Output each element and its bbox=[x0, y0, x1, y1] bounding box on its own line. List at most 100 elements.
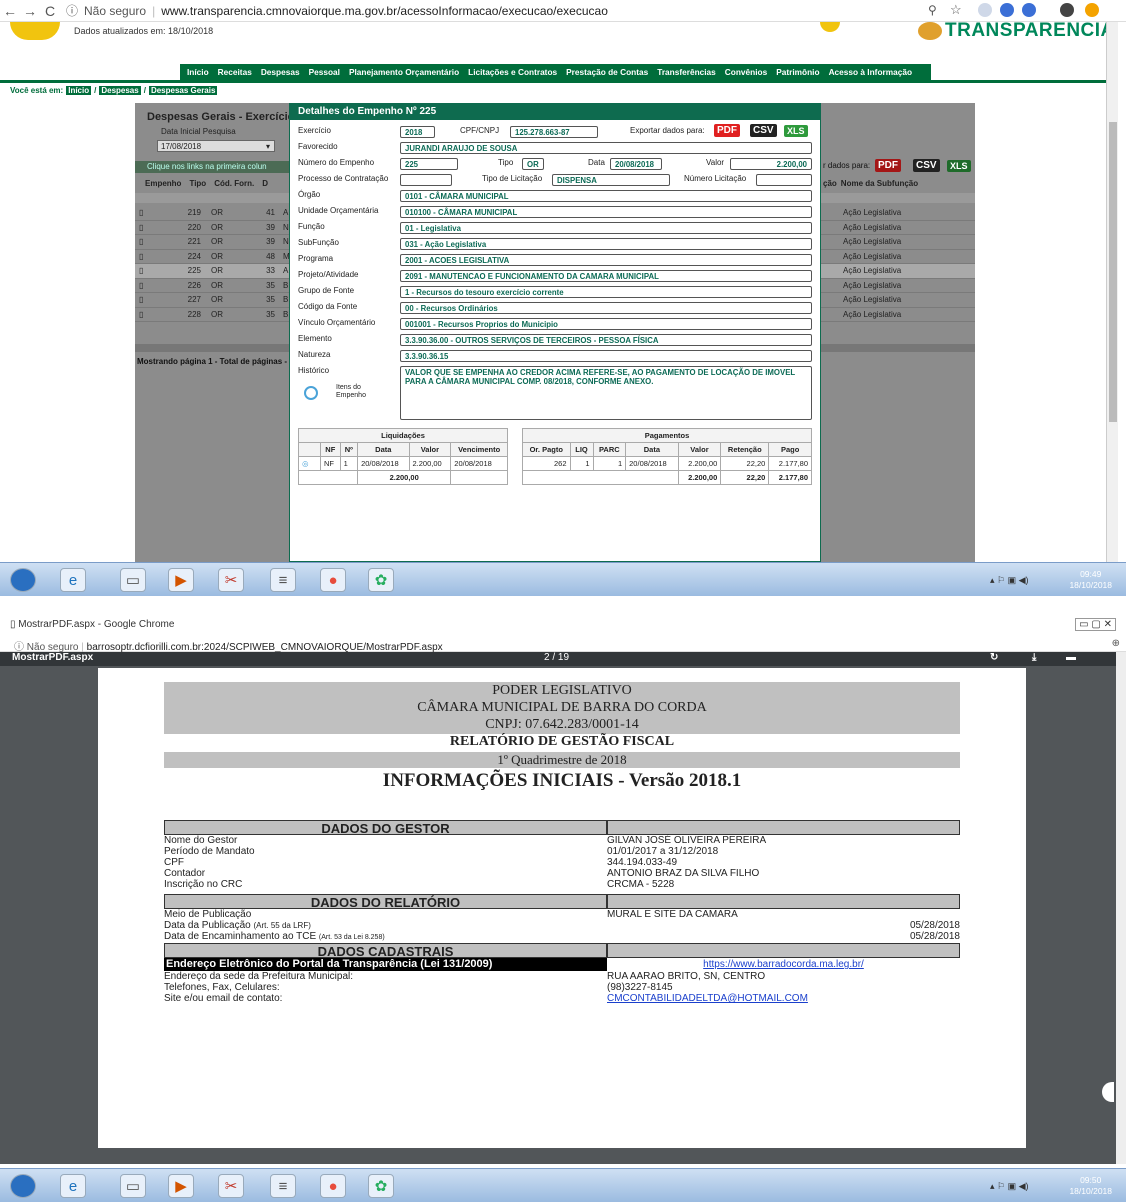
column-header[interactable]: Tipo bbox=[189, 179, 206, 191]
menu-item[interactable]: Receitas bbox=[218, 67, 252, 77]
start-button[interactable] bbox=[10, 1174, 36, 1198]
address-bar[interactable]: ⓘ Não seguro | www.transparencia.cmnovai… bbox=[66, 2, 608, 19]
window-controls[interactable]: ▭ ▢ ✕ bbox=[1075, 618, 1116, 631]
column-header[interactable]: D bbox=[262, 179, 268, 191]
menu-item[interactable]: Prestação de Contas bbox=[566, 67, 648, 77]
orgao-field[interactable]: 0101 - CÂMARA MUNICIPAL bbox=[400, 190, 812, 202]
programa-field[interactable]: 2001 - ACOES LEGISLATIVA bbox=[400, 254, 812, 266]
xls-button[interactable]: XLS bbox=[947, 160, 971, 172]
extension-icon[interactable] bbox=[978, 3, 992, 17]
grupo-field[interactable]: 1 - Recursos do tesouro exercício corren… bbox=[400, 286, 812, 298]
column-header[interactable]: Cód. Forn. bbox=[214, 179, 254, 191]
snipping-tool-icon[interactable]: ✂ bbox=[218, 568, 244, 592]
download-icon[interactable]: ⤓ bbox=[1032, 652, 1036, 663]
breadcrumb-item[interactable]: Início bbox=[66, 86, 92, 95]
column-header[interactable]: Empenho bbox=[145, 179, 181, 191]
tipo-field[interactable]: OR bbox=[522, 158, 544, 170]
ie-icon[interactable]: e bbox=[60, 1174, 86, 1198]
document-icon[interactable]: ≡ bbox=[270, 1174, 296, 1198]
page-scrollbar[interactable] bbox=[1106, 22, 1118, 562]
document-icon[interactable]: ▯ bbox=[139, 223, 143, 232]
csv-button[interactable]: CSV bbox=[750, 124, 777, 137]
menu-item[interactable]: Início bbox=[187, 67, 209, 77]
page-scrollbar[interactable] bbox=[1116, 652, 1126, 1164]
vinculo-field[interactable]: 001001 - Recursos Proprios do Municipio bbox=[400, 318, 812, 330]
clock[interactable]: 09:49 18/10/2018 bbox=[1069, 569, 1112, 591]
document-icon[interactable]: ≡ bbox=[270, 568, 296, 592]
portal-link[interactable]: https://www.barradocorda.ma.leg.br/ bbox=[607, 958, 960, 971]
document-icon[interactable]: ▯ bbox=[139, 310, 143, 319]
rotate-icon[interactable]: ↻ bbox=[990, 652, 998, 663]
pdf-button[interactable]: PDF bbox=[714, 124, 740, 137]
codigo-field[interactable]: 00 - Recursos Ordinários bbox=[400, 302, 812, 314]
clock[interactable]: 09:50 18/10/2018 bbox=[1069, 1175, 1112, 1197]
historico-field[interactable]: VALOR QUE SE EMPENHA AO CREDOR ACIMA REF… bbox=[400, 366, 812, 420]
address-bar[interactable]: ⓘ Não seguro | barrosoptr.dcfiorilli.com… bbox=[0, 636, 1126, 653]
menu-item[interactable]: Patrimônio bbox=[776, 67, 819, 77]
menu-item[interactable]: Convênios bbox=[725, 67, 767, 77]
extension-icon[interactable] bbox=[1000, 3, 1014, 17]
unidade-field[interactable]: 010100 - CÂMARA MUNICIPAL bbox=[400, 206, 812, 218]
chrome-icon[interactable]: ● bbox=[320, 1174, 346, 1198]
items-icon[interactable] bbox=[304, 386, 318, 400]
document-icon[interactable]: ▯ bbox=[139, 295, 143, 304]
document-icon[interactable]: ▯ bbox=[139, 281, 143, 290]
scrollbar-thumb[interactable] bbox=[1109, 122, 1117, 422]
column-header[interactable]: Nome da Subfunção bbox=[841, 179, 918, 188]
document-icon[interactable]: ▯ bbox=[139, 252, 143, 261]
document-icon[interactable]: ▯ bbox=[139, 208, 143, 217]
tray-icons[interactable]: ▴ ⚐ ▣ ◀) bbox=[990, 575, 1029, 586]
numero-field[interactable]: 225 bbox=[400, 158, 458, 170]
menu-item[interactable]: Transferências bbox=[657, 67, 716, 77]
reload-icon[interactable]: C bbox=[40, 3, 60, 19]
start-button[interactable] bbox=[10, 568, 36, 592]
projeto-field[interactable]: 2091 - MANUTENCAO E FUNCIONAMENTO DA CAM… bbox=[400, 270, 812, 282]
csv-button[interactable]: CSV bbox=[913, 159, 940, 172]
exercicio-field[interactable]: 2018 bbox=[400, 126, 435, 138]
cpf-field[interactable]: 125.278.663-87 bbox=[510, 126, 598, 138]
natureza-field[interactable]: 3.3.90.36.15 bbox=[400, 350, 812, 362]
snipping-tool-icon[interactable]: ✂ bbox=[218, 1174, 244, 1198]
folder-icon[interactable]: ▭ bbox=[120, 1174, 146, 1198]
xls-button[interactable]: XLS bbox=[784, 125, 808, 137]
menu-item[interactable]: Planejamento Orçamentário bbox=[349, 67, 459, 77]
breadcrumb-item[interactable]: Despesas Gerais bbox=[148, 86, 218, 95]
breadcrumb-item[interactable]: Despesas bbox=[99, 86, 141, 95]
items-label[interactable]: Itens do Empenho bbox=[336, 384, 376, 400]
num-licitacao-field[interactable] bbox=[756, 174, 812, 186]
table-cell[interactable]: NF bbox=[320, 456, 341, 471]
column-header[interactable]: ção bbox=[823, 179, 837, 188]
valor-field[interactable]: 2.200,00 bbox=[730, 158, 812, 170]
print-icon[interactable]: ▬ bbox=[1066, 652, 1076, 663]
extension-icon[interactable] bbox=[1022, 3, 1036, 17]
app-icon[interactable]: ✿ bbox=[368, 1174, 394, 1198]
media-icon[interactable]: ▶ bbox=[168, 568, 194, 592]
forward-icon[interactable]: → bbox=[20, 3, 40, 19]
email-link[interactable]: CMCONTABILIDADELTDA@HOTMAIL.COM bbox=[607, 993, 960, 1004]
processo-field[interactable] bbox=[400, 174, 452, 186]
media-icon[interactable]: ▶ bbox=[168, 1174, 194, 1198]
document-icon[interactable]: ▯ bbox=[139, 237, 143, 246]
scroll-handle[interactable] bbox=[1102, 1082, 1114, 1102]
bookmark-star-icon[interactable]: ☆ bbox=[950, 2, 962, 18]
zoom-icon[interactable]: ⚲ bbox=[928, 3, 937, 17]
data-field[interactable]: 20/08/2018 bbox=[610, 158, 662, 170]
chrome-icon[interactable]: ● bbox=[320, 568, 346, 592]
favorecido-field[interactable]: JURANDI ARAUJO DE SOUSA bbox=[400, 142, 812, 154]
folder-icon[interactable]: ▭ bbox=[120, 568, 146, 592]
ie-icon[interactable]: e bbox=[60, 568, 86, 592]
menu-item[interactable]: Despesas bbox=[261, 67, 300, 77]
subfuncao-field[interactable]: 031 - Ação Legislativa bbox=[400, 238, 812, 250]
profile-icon[interactable] bbox=[1060, 3, 1074, 17]
tipo-licitacao-field[interactable]: DISPENSA bbox=[552, 174, 670, 186]
tray-icons[interactable]: ▴ ⚐ ▣ ◀) bbox=[990, 1181, 1029, 1192]
zoom-icon[interactable]: ⊕ bbox=[1112, 638, 1120, 649]
elemento-field[interactable]: 3.3.90.36.00 - OUTROS SERVIÇOS DE TERCEI… bbox=[400, 334, 812, 346]
menu-item[interactable]: Acesso à Informação bbox=[829, 67, 912, 77]
back-icon[interactable]: ← bbox=[0, 3, 20, 19]
funcao-field[interactable]: 01 - Legislativa bbox=[400, 222, 812, 234]
app-icon[interactable]: ✿ bbox=[368, 568, 394, 592]
alert-icon[interactable] bbox=[1085, 3, 1099, 17]
menu-item[interactable]: Licitações e Contratos bbox=[468, 67, 557, 77]
menu-item[interactable]: Pessoal bbox=[309, 67, 340, 77]
